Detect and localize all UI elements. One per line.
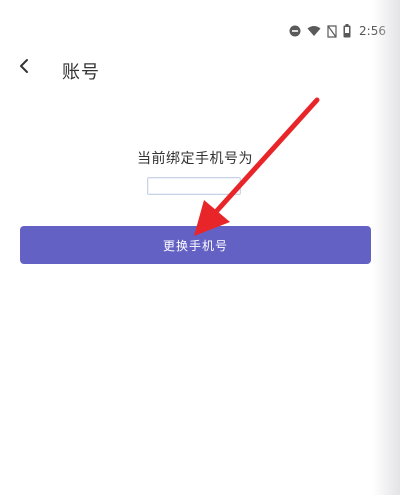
page-title: 账号 — [62, 62, 100, 83]
dnd-icon — [289, 25, 301, 37]
change-phone-button[interactable]: 更换手机号 — [20, 226, 371, 264]
phone-number-field[interactable] — [147, 177, 241, 195]
edge-shadow — [372, 0, 400, 495]
no-signal-icon — [327, 24, 337, 38]
battery-icon — [343, 24, 351, 38]
chevron-left-icon — [18, 58, 30, 78]
status-time: 2:56 — [359, 24, 386, 38]
back-button[interactable] — [10, 54, 38, 82]
nav-bar: 账号 — [0, 52, 372, 86]
wifi-icon — [307, 25, 321, 37]
account-screen: 2:56 账号 当前绑定手机号为 更换手机号 — [0, 0, 400, 495]
status-bar: 2:56 — [289, 22, 386, 40]
bound-phone-label: 当前绑定手机号为 — [137, 151, 253, 167]
